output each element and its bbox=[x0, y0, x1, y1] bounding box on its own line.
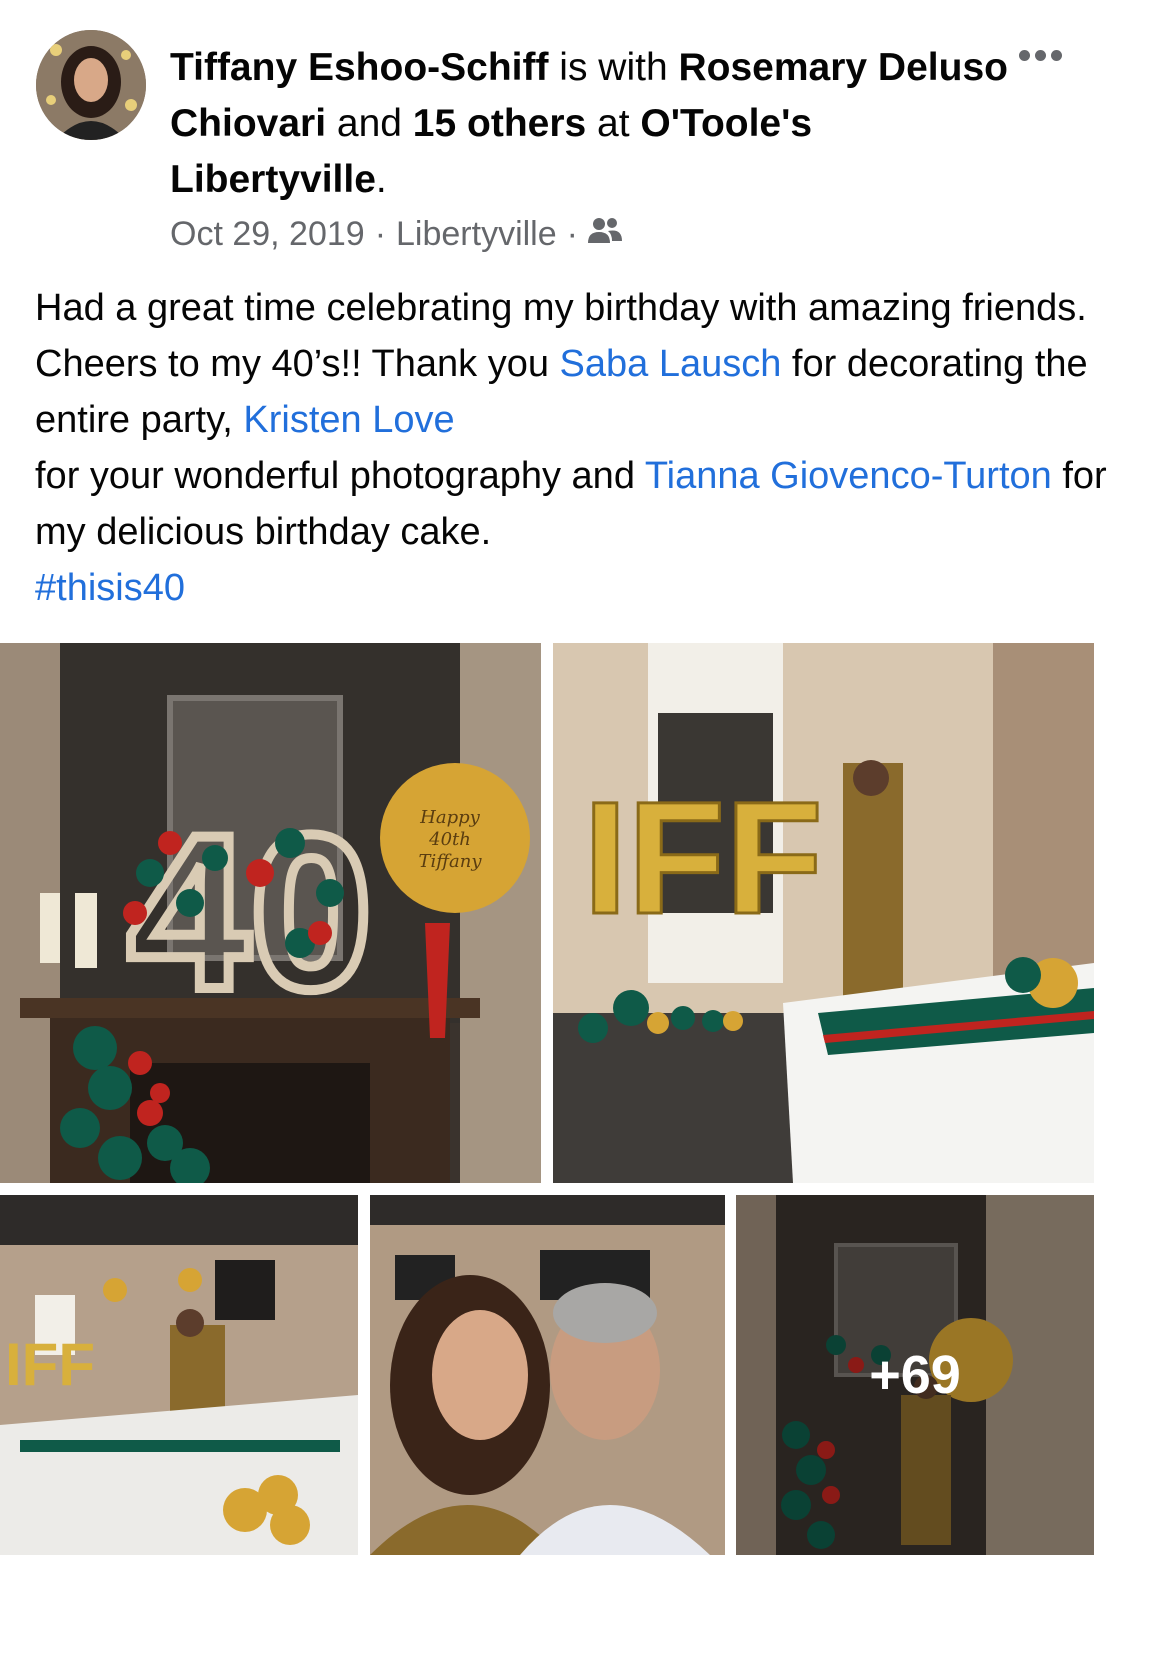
photo-1[interactable]: 40 Happy 40th Tiffany bbox=[0, 643, 541, 1183]
others-link[interactable]: 15 others bbox=[413, 102, 586, 145]
hashtag-link[interactable]: #thisis40 bbox=[35, 567, 185, 609]
mention-kristen[interactable]: Kristen Love bbox=[243, 399, 454, 441]
number-forty: 40 bbox=[128, 789, 373, 1035]
at-text: at bbox=[586, 102, 641, 145]
more-photos-count[interactable]: +69 bbox=[736, 1195, 1094, 1555]
author-name[interactable]: Tiffany Eshoo-Schiff bbox=[170, 46, 548, 89]
separator: · bbox=[566, 215, 578, 253]
post-date[interactable]: Oct 29, 2019 bbox=[170, 210, 365, 258]
with-text: is with bbox=[548, 46, 679, 89]
photo-4[interactable] bbox=[370, 1195, 725, 1555]
post-location[interactable]: Libertyville bbox=[396, 210, 557, 258]
separator: · bbox=[374, 215, 387, 253]
balloon-text: Tiffany bbox=[418, 851, 482, 872]
svg-text:IFF: IFF bbox=[5, 1331, 95, 1398]
post-meta: Oct 29, 2019 · Libertyville · bbox=[170, 210, 622, 258]
post-text-part: for your wonderful photography and bbox=[35, 455, 645, 497]
post-header: Tiffany Eshoo-Schiff is with Rosemary De… bbox=[170, 40, 1010, 208]
mention-tianna[interactable]: Tianna Giovenco-Turton bbox=[645, 455, 1052, 497]
friends-icon[interactable] bbox=[587, 210, 622, 258]
author-avatar[interactable] bbox=[36, 30, 146, 140]
iff-letters: IFF bbox=[583, 768, 823, 947]
balloon-text: 40th bbox=[428, 829, 471, 850]
photo-3[interactable]: IFF bbox=[0, 1195, 358, 1555]
balloon-text: Happy bbox=[419, 807, 480, 828]
post-text: Had a great time celebrating my birthday… bbox=[35, 280, 1135, 616]
photo-5-more[interactable]: +69 bbox=[736, 1195, 1094, 1555]
mention-saba[interactable]: Saba Lausch bbox=[560, 343, 782, 385]
and-text: and bbox=[326, 102, 413, 145]
photo-2[interactable]: IFF bbox=[553, 643, 1094, 1183]
more-options-icon[interactable] bbox=[1010, 40, 1070, 70]
period: . bbox=[375, 158, 387, 201]
